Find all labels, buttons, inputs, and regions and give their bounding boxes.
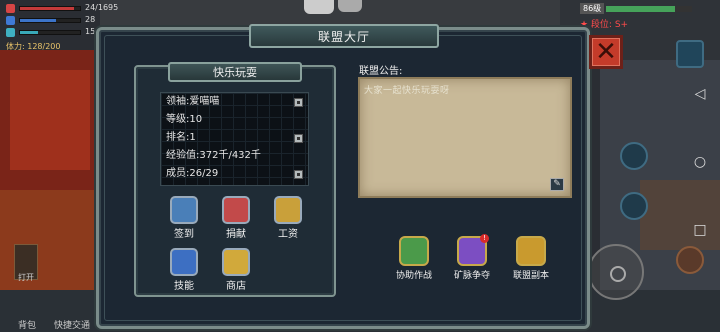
nav-recent-icon[interactable]: □ bbox=[690, 222, 710, 238]
salary-button[interactable]: 工资 bbox=[266, 196, 310, 240]
ranking-text: 排名:1 bbox=[166, 132, 196, 143]
sp-value: 15 bbox=[85, 27, 96, 36]
top-menu-icon[interactable] bbox=[304, 0, 334, 14]
mine-contest-icon: ! bbox=[457, 234, 489, 266]
hp-row: 24/1695 bbox=[6, 2, 118, 14]
quick-transport-label[interactable]: 快捷交通 bbox=[54, 318, 90, 331]
exp-text: 经验值:372千/432千 bbox=[166, 150, 261, 161]
xp-bar bbox=[606, 5, 693, 12]
skill-menu-button[interactable]: 技能 bbox=[162, 248, 206, 292]
energy-icon bbox=[6, 27, 15, 37]
xp-bar-fill bbox=[606, 5, 675, 12]
signin-label: 签到 bbox=[174, 229, 194, 240]
alliance-dungeon-button[interactable]: 联盟副本 bbox=[503, 236, 559, 281]
level-text: 等级:10 bbox=[166, 114, 203, 125]
close-button[interactable]: ✕ bbox=[589, 35, 623, 69]
notice-text: 大家一起快乐玩耍呀 bbox=[364, 86, 450, 96]
members-text: 成员:26/29 bbox=[166, 168, 219, 179]
bag-label[interactable]: 背包 bbox=[18, 318, 36, 331]
skill-icon bbox=[170, 248, 198, 276]
alliance-dungeon-label: 联盟副本 bbox=[512, 271, 549, 281]
item-button[interactable] bbox=[676, 246, 704, 274]
donate-label: 捐献 bbox=[226, 229, 246, 240]
salary-label: 工资 bbox=[278, 229, 298, 240]
signin-button[interactable]: 签到 bbox=[162, 196, 206, 240]
hp-bar-fill bbox=[20, 6, 74, 10]
mp-bar bbox=[19, 17, 81, 23]
mana-icon bbox=[6, 15, 15, 25]
assist-battle-button[interactable]: 协助作战 bbox=[386, 236, 442, 281]
mp-row: 28 bbox=[6, 14, 118, 26]
level-badge: 86级 bbox=[580, 3, 605, 14]
sp-bar-fill bbox=[20, 30, 38, 34]
edit-notice-button[interactable]: ✎ bbox=[550, 178, 564, 191]
donate-button[interactable]: 捐献 bbox=[214, 196, 258, 240]
skill-button[interactable] bbox=[620, 142, 648, 170]
top-menu-icon[interactable] bbox=[338, 0, 362, 12]
aim-joystick[interactable] bbox=[588, 244, 644, 300]
heart-icon bbox=[6, 3, 15, 13]
background-building bbox=[10, 70, 90, 170]
alliance-name: 快乐玩耍 bbox=[168, 62, 302, 82]
open-label: 打开 bbox=[18, 273, 34, 282]
player-level: 86级 ★ 段位: S+ bbox=[580, 3, 693, 30]
donate-icon bbox=[222, 196, 250, 224]
skill-label: 技能 bbox=[174, 281, 194, 292]
hp-value: 24/1695 bbox=[85, 3, 119, 12]
notice-title: 联盟公告: bbox=[359, 66, 403, 77]
ranking-detail-button[interactable] bbox=[294, 134, 303, 143]
sp-bar bbox=[19, 29, 81, 35]
alliance-stats-box: 领袖:爱喵喵 等级:10 排名:1 经验值:372千/432千 成员:26/29 bbox=[160, 92, 309, 186]
mine-contest-label: 矿脉争夺 bbox=[453, 271, 490, 281]
sword-skill-button[interactable] bbox=[676, 40, 704, 68]
leader-text: 领袖:爱喵喵 bbox=[166, 96, 220, 107]
mine-contest-button[interactable]: ! 矿脉争夺 bbox=[444, 234, 500, 281]
members-detail-button[interactable] bbox=[294, 170, 303, 179]
shop-button[interactable]: 商店 bbox=[214, 248, 258, 292]
alliance-dungeon-icon bbox=[516, 236, 546, 266]
leader-detail-button[interactable] bbox=[294, 98, 303, 107]
shop-icon bbox=[222, 248, 250, 276]
dialog-title: 联盟大厅 bbox=[249, 24, 439, 48]
salary-icon bbox=[274, 196, 302, 224]
shop-label: 商店 bbox=[226, 281, 246, 292]
alliance-notice-board: 大家一起快乐玩耍呀 bbox=[358, 77, 572, 198]
skill-button[interactable] bbox=[620, 192, 648, 220]
mp-value: 28 bbox=[85, 15, 96, 24]
signin-icon bbox=[170, 196, 198, 224]
mp-bar-fill bbox=[20, 18, 56, 22]
assist-battle-icon bbox=[399, 236, 429, 266]
assist-battle-label: 协助作战 bbox=[395, 271, 432, 281]
background-building bbox=[640, 180, 720, 250]
hp-bar bbox=[19, 5, 81, 11]
notification-dot: ! bbox=[480, 234, 489, 243]
rank-text: ★ 段位: S+ bbox=[580, 20, 629, 30]
nav-back-icon[interactable]: ◁ bbox=[690, 86, 710, 102]
nav-home-icon[interactable]: ○ bbox=[690, 154, 710, 170]
